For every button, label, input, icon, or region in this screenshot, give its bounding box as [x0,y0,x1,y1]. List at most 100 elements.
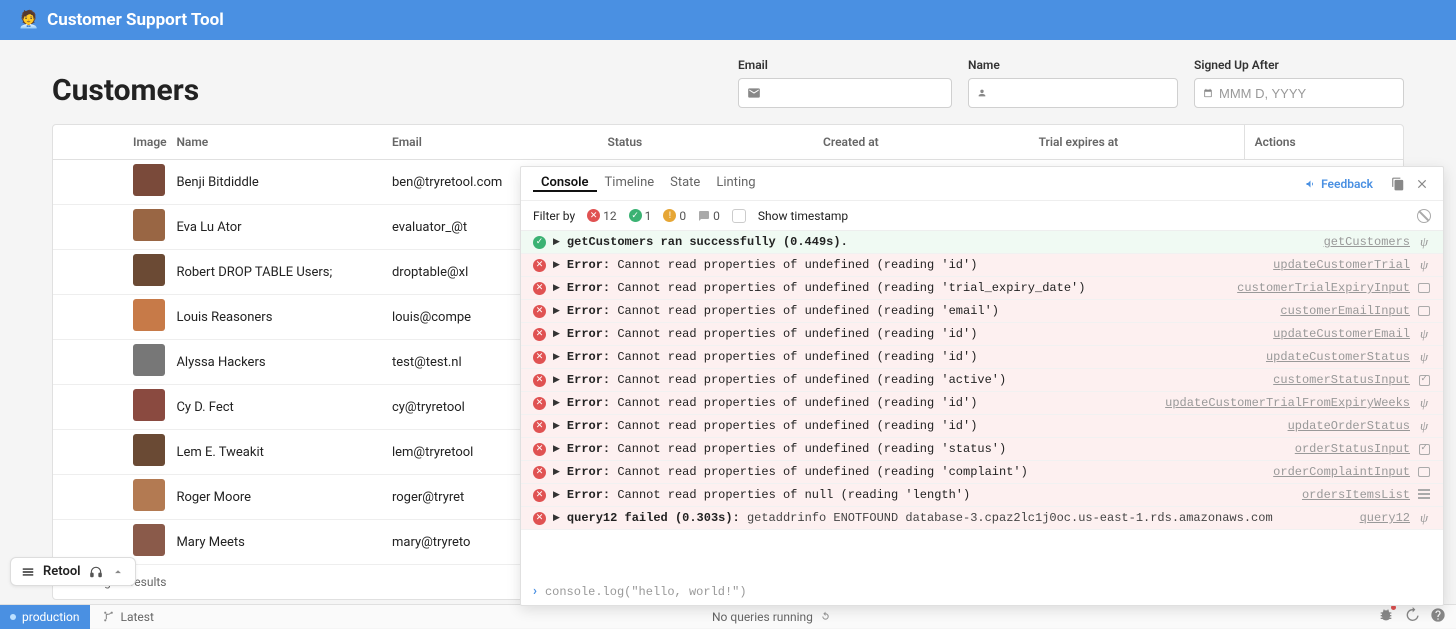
retool-widget[interactable]: Retool [10,557,136,586]
log-row[interactable]: ✕▶Error: Cannot read properties of undef… [521,415,1443,438]
filter-warnings[interactable]: !0 [663,209,686,223]
col-name[interactable]: Name [166,125,382,160]
expand-caret-icon[interactable]: ▶ [553,283,560,293]
mail-icon [747,86,761,100]
error-icon: ✕ [533,466,546,479]
col-actions[interactable]: Actions [1244,125,1403,160]
show-timestamp-checkbox[interactable] [732,209,746,223]
log-message: Error: Cannot read properties of undefin… [567,442,1288,456]
log-row[interactable]: ✕▶Error: Cannot read properties of undef… [521,438,1443,461]
status-bar: production Latest No queries running [0,604,1456,628]
megaphone-icon [1305,178,1317,190]
cell-name: Robert DROP TABLE Users; [166,250,382,295]
expand-caret-icon[interactable]: ▶ [553,490,560,500]
filter-email-label: Email [738,58,952,72]
log-row[interactable]: ✕▶Error: Cannot read properties of undef… [521,300,1443,323]
feedback-link[interactable]: Feedback [1305,177,1373,191]
calendar-icon [1203,86,1213,100]
log-source[interactable]: getCustomers [1324,235,1410,249]
console-tab-console[interactable]: Console [533,175,597,192]
log-source[interactable]: updateCustomerTrialFromExpiryWeeks [1165,396,1410,410]
cell-name: Alyssa Hackers [166,340,382,385]
log-row[interactable]: ✕▶Error: Cannot read properties of undef… [521,277,1443,300]
log-source[interactable]: customerEmailInput [1280,304,1410,318]
log-source[interactable]: updateCustomerEmail [1273,327,1410,341]
page-title: Customers [52,73,722,108]
console-tab-timeline[interactable]: Timeline [597,175,663,190]
console-tab-linting[interactable]: Linting [708,175,763,190]
expand-caret-icon[interactable]: ▶ [553,260,560,270]
filter-success[interactable]: ✓1 [629,209,652,223]
copy-icon[interactable] [1389,175,1407,193]
col-status[interactable]: Status [598,125,814,160]
filter-info[interactable]: 0 [698,209,720,223]
avatar [133,524,165,556]
expand-caret-icon[interactable]: ▶ [553,513,560,523]
expand-caret-icon[interactable]: ▶ [553,352,560,362]
log-source[interactable]: updateOrderStatus [1288,419,1410,433]
log-source[interactable]: query12 [1360,511,1410,525]
refresh-icon[interactable] [819,610,832,623]
log-source[interactable]: orderStatusInput [1295,442,1410,456]
log-row[interactable]: ✕▶Error: Cannot read properties of undef… [521,323,1443,346]
error-icon: ✕ [533,259,546,272]
col-trial[interactable]: Trial expires at [1029,125,1245,160]
api-icon: ψ [1417,258,1431,272]
log-message: Error: Cannot read properties of undefin… [567,419,1281,433]
expand-caret-icon[interactable]: ▶ [553,329,560,339]
expand-caret-icon[interactable]: ▶ [553,467,560,477]
log-row[interactable]: ✕▶Error: Cannot read properties of undef… [521,392,1443,415]
log-row[interactable]: ✕▶Error: Cannot read properties of undef… [521,254,1443,277]
console-prompt[interactable]: › console.log("hello, world!") [521,578,1443,605]
release-latest[interactable]: Latest [90,610,166,624]
success-icon: ✓ [533,236,546,249]
log-row[interactable]: ✕▶Error: Cannot read properties of undef… [521,346,1443,369]
log-message: Error: Cannot read properties of undefin… [567,281,1230,295]
filter-date-label: Signed Up After [1194,58,1404,72]
date-input[interactable] [1219,86,1395,101]
expand-caret-icon[interactable]: ▶ [553,398,560,408]
filter-email: Email [738,58,952,108]
log-source[interactable]: orderComplaintInput [1273,465,1410,479]
log-message: query12 failed (0.303s): getaddrinfo ENO… [567,511,1353,525]
history-icon[interactable] [1404,607,1420,626]
log-row[interactable]: ✕▶Error: Cannot read properties of undef… [521,461,1443,484]
help-icon[interactable] [1430,607,1446,626]
name-input[interactable] [993,86,1169,101]
log-source[interactable]: customerStatusInput [1273,373,1410,387]
bug-icon[interactable] [1378,607,1394,626]
api-icon: ψ [1417,396,1431,410]
expand-caret-icon[interactable]: ▶ [553,444,560,454]
expand-caret-icon[interactable]: ▶ [553,237,560,247]
log-row[interactable]: ✕▶Error: Cannot read properties of null … [521,484,1443,507]
error-icon: ✕ [533,328,546,341]
filter-errors[interactable]: ✕12 [587,209,617,223]
person-icon [977,86,987,100]
environment-pill[interactable]: production [0,605,90,629]
expand-caret-icon[interactable]: ▶ [553,306,560,316]
expand-caret-icon[interactable]: ▶ [553,421,560,431]
clear-console-icon[interactable] [1417,209,1431,223]
col-created[interactable]: Created at [813,125,1029,160]
close-icon[interactable] [1413,175,1431,193]
log-row[interactable]: ✓▶getCustomers ran successfully (0.449s)… [521,231,1443,254]
avatar [133,299,165,331]
console-tab-state[interactable]: State [662,175,708,190]
error-icon: ✕ [533,489,546,502]
log-source[interactable]: updateCustomerStatus [1266,350,1410,364]
log-source[interactable]: customerTrialExpiryInput [1237,281,1410,295]
log-source[interactable]: ordersItemsList [1302,488,1410,502]
log-row[interactable]: ✕▶query12 failed (0.303s): getaddrinfo E… [521,507,1443,530]
log-source[interactable]: updateCustomerTrial [1273,258,1410,272]
log-row[interactable]: ✕▶Error: Cannot read properties of undef… [521,369,1443,392]
log-message: Error: Cannot read properties of undefin… [567,373,1266,387]
email-input[interactable] [767,86,943,101]
log-message: Error: Cannot read properties of undefin… [567,396,1158,410]
filter-name-label: Name [968,58,1178,72]
checkbox-icon [1417,373,1431,387]
col-email[interactable]: Email [382,125,598,160]
col-image[interactable]: Image [53,125,166,160]
expand-caret-icon[interactable]: ▶ [553,375,560,385]
console-logs: ✓▶getCustomers ran successfully (0.449s)… [521,231,1443,578]
avatar [133,389,165,421]
